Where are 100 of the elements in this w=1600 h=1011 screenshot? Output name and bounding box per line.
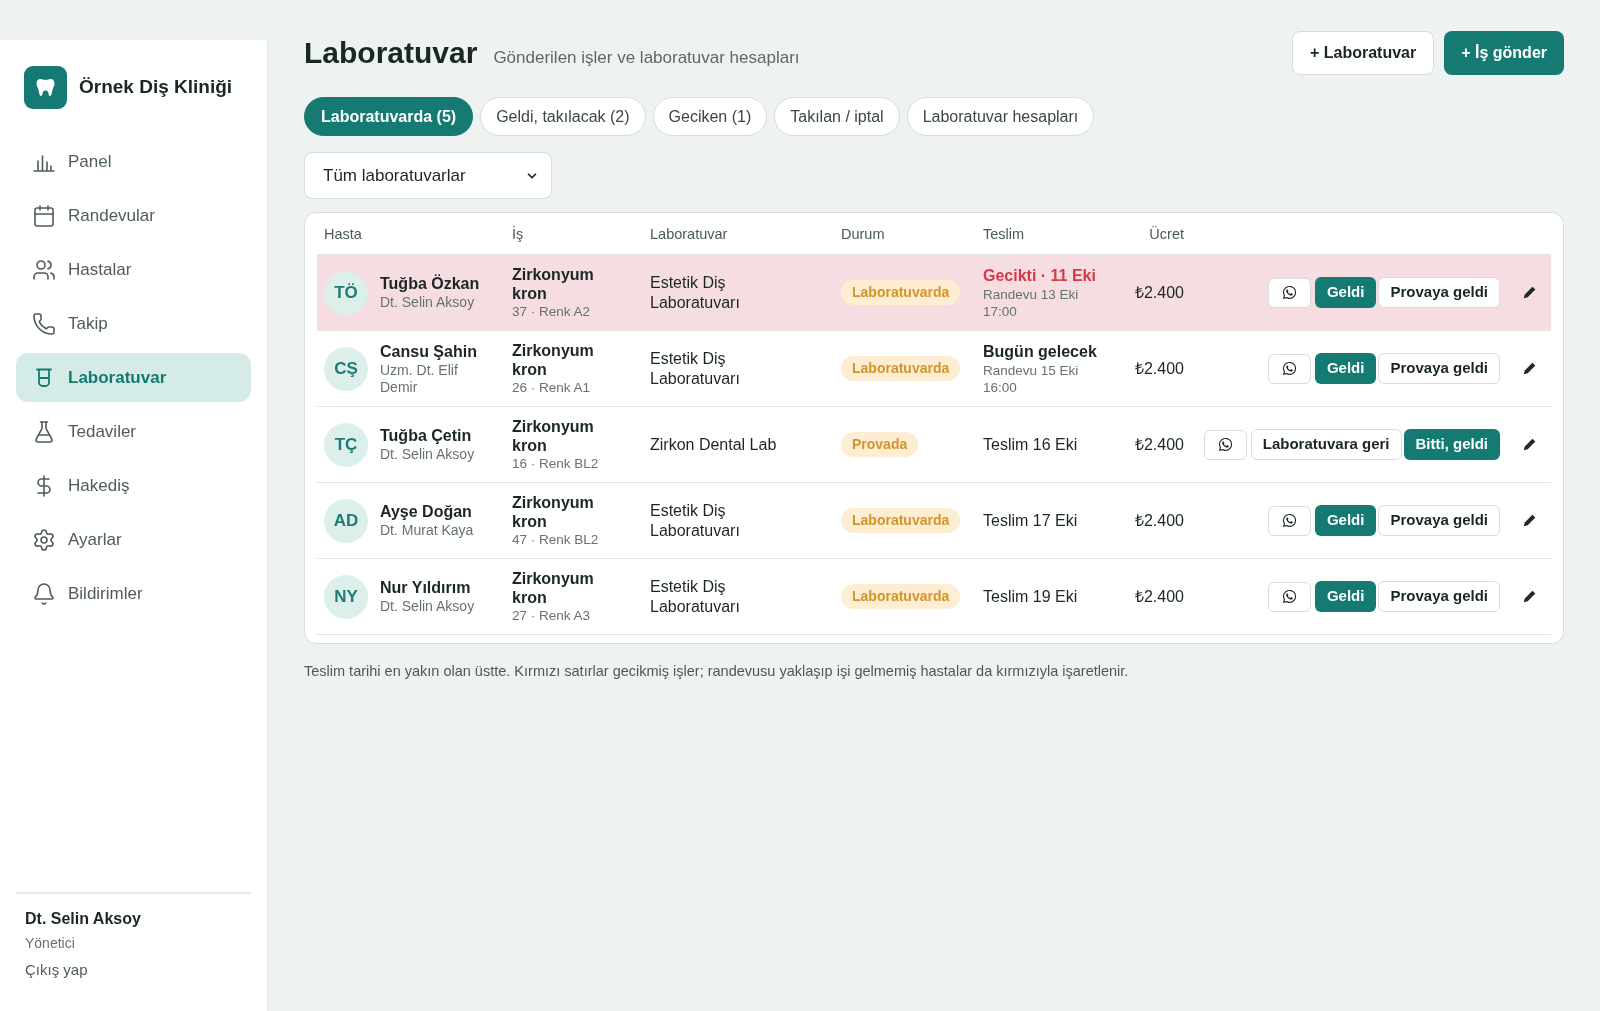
logout-link[interactable]: Çıkış yap [25,959,88,981]
avatar: AD [324,498,368,543]
job-title: Zirkonyum kron [512,416,595,455]
action-button[interactable]: Provaya geldi [1378,505,1500,536]
column-header: Durum [841,225,885,242]
message-button[interactable] [1267,277,1311,308]
nav-item[interactable]: Hastalar [16,245,251,294]
phone-icon [32,311,56,336]
job-detail: 27 · Renk A3 [512,606,592,625]
status-badge: Laboratuvarda [841,584,961,609]
nav-item[interactable]: Takip [16,299,251,348]
doctor-name: Dt. Selin Aksoy [380,446,476,463]
filter-tab[interactable]: Takılan / iptal [774,97,900,136]
fee-amount: ₺2.400 [1134,511,1184,529]
patient-name: Cansu Şahin [380,341,478,362]
delivery-date: Bugün gelecek [983,341,1098,362]
calendar-icon [32,203,56,228]
status-badge: Laboratuvarda [841,508,961,533]
page-subtitle: Gönderilen işler ve laboratuvar hesapları [493,47,800,69]
fee-amount: ₺2.400 [1134,359,1184,377]
action-button[interactable]: Bitti, geldi [1403,429,1500,460]
appointment-note: Randevu 15 Eki 16:00 [983,361,1080,396]
job-title: Zirkonyum kron [512,340,595,379]
pencil-icon[interactable] [1522,590,1536,603]
avatar: TÖ [324,270,368,315]
fee-amount: ₺2.400 [1134,283,1184,301]
message-button[interactable] [1203,429,1247,460]
lab-name: Estetik Diş Laboratuvarı [650,576,741,617]
patient-name: Nur Yıldırım [380,578,472,598]
action-button[interactable]: Geldi [1314,353,1377,384]
column-header: Hasta [324,225,362,242]
lab-name: Zirkon Dental Lab [650,434,778,455]
action-button[interactable]: Laboratuvara geri [1250,429,1402,460]
job-title: Zirkonyum kron [512,568,595,607]
action-button[interactable]: Provaya geldi [1378,353,1500,384]
nav-item[interactable]: Randevular [16,191,251,240]
filter-tab[interactable]: Laboratuvar hesapları [906,97,1095,136]
user-name: Dt. Selin Aksoy [25,909,142,929]
nav-item[interactable]: Panel [16,137,251,186]
lab-filter-select[interactable]: Tüm laboratuvarlar [304,152,552,199]
doctor-name: Dt. Selin Aksoy [380,294,476,311]
action-button[interactable]: Geldi [1314,581,1377,612]
filter-tab[interactable]: Laboratuvarda (5) [304,97,474,136]
chat-phone-icon [1281,361,1297,376]
job-title: Zirkonyum kron [512,264,595,303]
message-button[interactable] [1267,505,1311,536]
nav-item[interactable]: Tedaviler [16,407,251,456]
fee-amount: ₺2.400 [1134,587,1184,605]
pencil-icon[interactable] [1522,362,1536,375]
column-header: Ücret [1149,225,1184,242]
tooth-logo-icon [24,66,67,109]
message-button[interactable] [1267,353,1311,384]
chat-phone-icon [1217,437,1233,452]
pencil-icon[interactable] [1522,438,1536,451]
pencil-icon[interactable] [1522,286,1536,299]
chat-phone-icon [1281,589,1297,604]
message-button[interactable] [1267,581,1311,612]
patient-name: Ayşe Doğan [380,502,473,522]
job-title: Zirkonyum kron [512,492,595,531]
flask-icon [32,419,56,444]
filter-tab[interactable]: Geldi, takılacak (2) [480,97,646,136]
table-footnote: Teslim tarihi en yakın olan üstte. Kırmızı satırlar gecikmiş işler; randevusu yaklaşıp işi gelmemiş hastalar da kırmızıyla işaretlenir. [304,662,1129,681]
patient-name: Tuğba Özkan [380,274,481,294]
status-badge: Provada [841,432,919,457]
doctor-name: Uzm. Dt. Elif Demir [380,361,459,396]
page-title: Laboratuvar [304,35,478,71]
action-button[interactable]: Geldi [1314,277,1377,308]
lab-name: Estetik Diş Laboratuvarı [650,348,741,389]
bell-icon [32,581,56,606]
doctor-name: Dt. Selin Aksoy [380,598,476,615]
lab-name: Estetik Diş Laboratuvarı [650,272,741,313]
clinic-name: Örnek Diş Kliniği [79,75,233,100]
delivery-date: Gecikti · 11 Eki [983,265,1097,286]
column-header: Teslim [983,225,1025,242]
nav-item[interactable]: Hakediş [16,461,251,510]
chat-phone-icon [1281,285,1297,300]
delivery-date: Teslim 19 Eki [983,586,1079,607]
users-icon [32,257,56,282]
nav-item[interactable]: Bildirimler [16,569,251,618]
action-button[interactable]: Provaya geldi [1378,581,1500,612]
avatar: TÇ [324,422,368,467]
fee-amount: ₺2.400 [1134,435,1184,453]
delivery-date: Teslim 16 Eki [983,434,1079,455]
job-detail: 47 · Renk BL2 [512,530,600,549]
avatar: NY [324,574,368,619]
column-header: Laboratuvar [650,225,728,242]
doctor-name: Dt. Murat Kaya [380,522,475,539]
nav-item[interactable]: Laboratuvar [16,353,251,402]
delivery-date: Teslim 17 Eki [983,510,1079,531]
job-detail: 16 · Renk BL2 [512,454,600,473]
filter-tab[interactable]: Geciken (1) [652,97,768,136]
settings-icon [32,527,56,552]
send-job-button[interactable]: + İş gönder [1444,31,1564,75]
add-lab-button[interactable]: + Laboratuvar [1291,31,1435,75]
pencil-icon[interactable] [1522,514,1536,527]
action-button[interactable]: Geldi [1314,505,1377,536]
status-badge: Laboratuvarda [841,280,961,305]
patient-name: Tuğba Çetin [380,426,473,446]
action-button[interactable]: Provaya geldi [1378,277,1500,308]
nav-item[interactable]: Ayarlar [16,515,251,564]
